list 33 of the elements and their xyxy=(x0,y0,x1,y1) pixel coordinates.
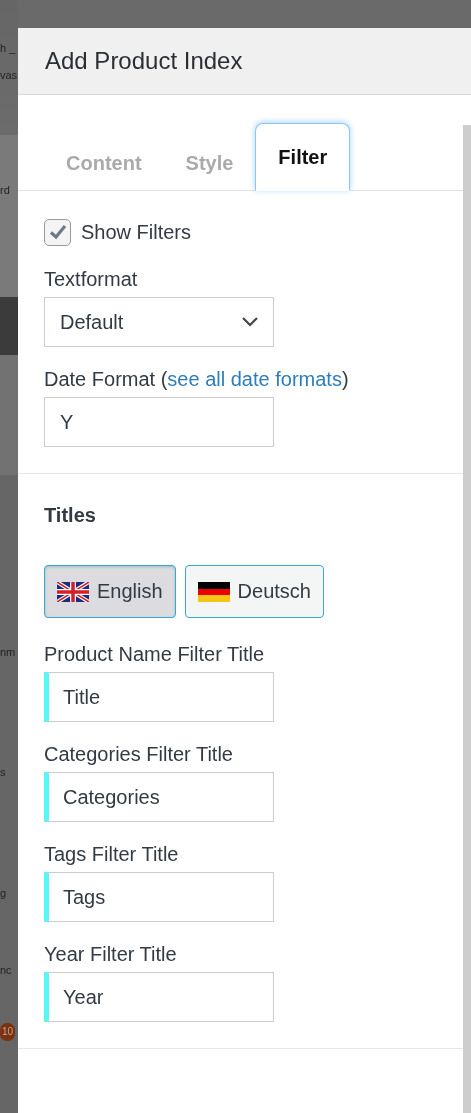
link[interactable]: see all date formats xyxy=(167,368,342,390)
background-text: s xyxy=(0,765,6,779)
background-text: rd xyxy=(0,183,10,197)
chevron-down-icon xyxy=(241,316,259,328)
scrollbar[interactable] xyxy=(463,125,471,1113)
background-text: nm xyxy=(0,645,16,659)
uk-flag-icon xyxy=(57,581,89,602)
checkmark-icon xyxy=(47,222,68,242)
input-field[interactable]: Y xyxy=(44,397,274,447)
checkbox-label: Show Filters xyxy=(81,220,192,244)
select-field[interactable]: Default xyxy=(44,297,274,347)
language-button[interactable]: English xyxy=(44,565,176,618)
input-field[interactable]: Title xyxy=(44,672,274,722)
tab[interactable]: Filter xyxy=(255,123,351,191)
language-button[interactable]: Deutsch xyxy=(184,565,324,618)
german-flag-icon xyxy=(197,581,230,602)
input-field[interactable]: Year xyxy=(44,972,274,1022)
dialog-title: Add Product Index xyxy=(45,47,243,75)
checkbox[interactable] xyxy=(44,218,71,246)
background-text: h _ xyxy=(0,41,16,55)
background-text: nc xyxy=(0,963,12,977)
count-badge: 10 xyxy=(0,1023,16,1041)
field-label: Tags Filter Title xyxy=(44,842,180,866)
field-label: Date Format (see all date formats) xyxy=(44,367,350,391)
field-label: Year Filter Title xyxy=(44,942,178,966)
input-field[interactable]: Categories xyxy=(44,772,274,822)
field-label: Categories Filter Title xyxy=(44,742,234,766)
background-text: g xyxy=(0,886,7,900)
field-label: Textformat xyxy=(44,267,139,291)
background-text: vas xyxy=(0,68,18,82)
section-heading: Titles xyxy=(44,504,97,527)
input-field[interactable]: Tags xyxy=(44,872,274,922)
field-label: Product Name Filter Title xyxy=(44,642,266,666)
